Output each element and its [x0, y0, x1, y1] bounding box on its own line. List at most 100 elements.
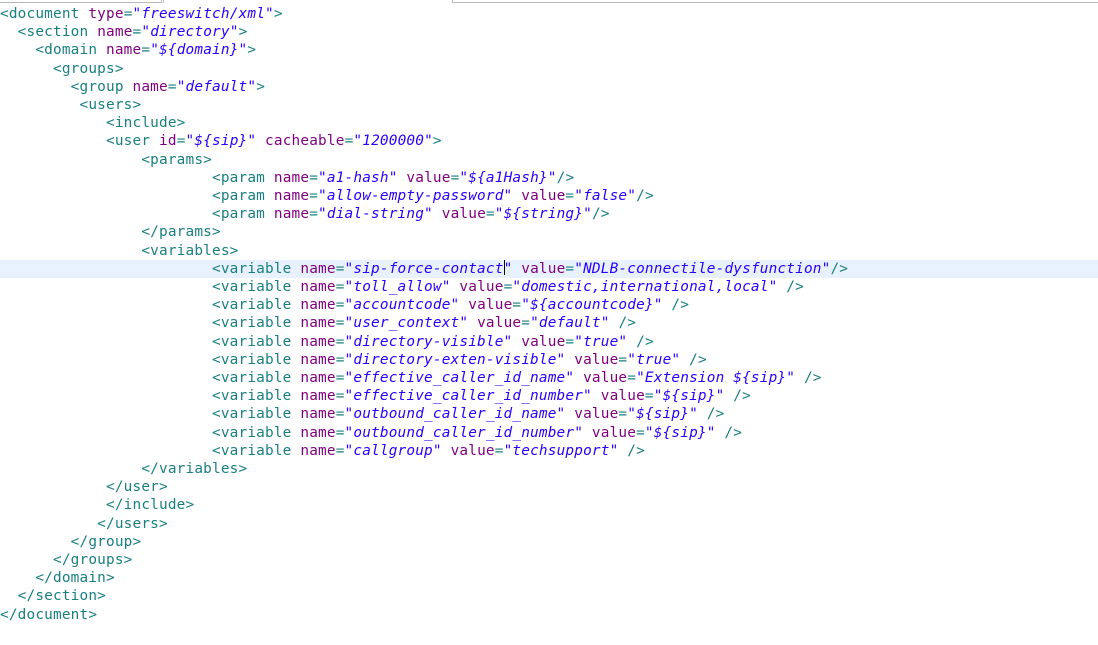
code-line[interactable]: <variable name="toll_allow" value="domes… — [0, 278, 1098, 296]
xml-attribute-value: "directory-visible" — [344, 333, 513, 350]
xml-attribute: value — [477, 315, 522, 332]
xml-tag-text: </group> — [0, 533, 142, 550]
code-line[interactable]: </domain> — [0, 569, 1098, 587]
code-line[interactable]: <variable name="directory-exten-visible"… — [0, 351, 1098, 369]
xml-tag-text: </domain> — [0, 570, 115, 587]
xml-tag-text: </user> — [0, 479, 168, 496]
code-line[interactable]: <group name="default"> — [0, 78, 1098, 96]
xml-attribute: value — [406, 169, 451, 186]
xml-attribute: value — [591, 424, 637, 441]
xml-attribute: value — [468, 297, 513, 314]
xml-attribute-value: "allow-empty-password" — [318, 188, 513, 204]
xml-attribute-value: "effective_caller_id_number" — [344, 388, 592, 405]
xml-attribute-value: "${a1Hash}" — [459, 169, 557, 186]
code-line[interactable]: <document type="freeswitch/xml"> — [0, 5, 1098, 23]
code-line[interactable]: </include> — [0, 496, 1098, 514]
xml-attribute-value: "${sip}" — [644, 424, 716, 441]
code-line[interactable]: <variable name="outbound_caller_id_numbe… — [0, 424, 1098, 442]
code-line[interactable]: </groups> — [0, 551, 1098, 569]
xml-attribute-value: "sip-force-contact — [344, 260, 504, 277]
code-line[interactable]: </document> — [0, 606, 1098, 624]
code-line[interactable]: <params> — [0, 151, 1098, 169]
xml-attribute: value — [600, 388, 645, 405]
xml-attribute-value: "techsupport" — [503, 442, 619, 459]
xml-tag-text: = — [618, 351, 628, 368]
xml-tag-text: <variable — [0, 260, 301, 277]
xml-tag-text: /> — [777, 279, 804, 295]
code-line[interactable]: </variables> — [0, 460, 1098, 478]
xml-attribute: name — [132, 78, 168, 95]
xml-tag-text: = — [618, 406, 628, 423]
code-line[interactable]: <groups> — [0, 60, 1098, 78]
xml-tag-text: = — [335, 442, 345, 459]
code-line[interactable]: <include> — [0, 114, 1098, 132]
xml-tag-text: </variables> — [0, 461, 248, 477]
xml-attribute-value: "user_context" — [344, 315, 469, 332]
xml-tag-text: <variable — [0, 297, 301, 314]
xml-tag-text — [468, 315, 477, 331]
code-line[interactable]: <param name="a1-hash" value="${a1Hash}"/… — [0, 169, 1098, 187]
code-line[interactable]: <users> — [0, 96, 1098, 114]
xml-tag-text: /> — [636, 188, 654, 204]
xml-tag-text: = — [565, 188, 575, 204]
xml-tag-text — [442, 443, 451, 459]
code-line[interactable]: <variables> — [0, 242, 1098, 260]
code-line[interactable]: </users> — [0, 515, 1098, 533]
code-line[interactable]: <variable name="user_context" value="def… — [0, 314, 1098, 332]
code-line[interactable]: <domain name="${domain}"> — [0, 41, 1098, 59]
code-line[interactable]: <param name="allow-empty-password" value… — [0, 187, 1098, 205]
xml-code-editor[interactable]: <document type="freeswitch/xml"> <sectio… — [0, 5, 1098, 645]
code-line[interactable]: <variable name="outbound_caller_id_name"… — [0, 405, 1098, 423]
code-line[interactable]: <variable name="effective_caller_id_numb… — [0, 387, 1098, 405]
code-line[interactable]: </section> — [0, 587, 1098, 605]
xml-attribute-value: "outbound_caller_id_name" — [344, 406, 566, 423]
xml-attribute: name — [300, 297, 336, 314]
code-line[interactable]: <variable name="effective_caller_id_name… — [0, 369, 1098, 387]
xml-tag-text: = — [335, 406, 345, 423]
code-line[interactable]: <section name="directory"> — [0, 23, 1098, 41]
xml-attribute: value — [574, 351, 619, 368]
xml-tag-text: = — [309, 188, 319, 204]
xml-tag-text: = — [644, 388, 654, 405]
xml-tag-text: /> — [697, 406, 725, 423]
xml-tag-text: /> — [680, 351, 707, 368]
xml-tag-text: <variable — [0, 351, 301, 368]
xml-tag-text: </section> — [0, 588, 107, 605]
code-line[interactable]: <variable name="directory-visible" value… — [0, 333, 1098, 351]
xml-tag-text: /> — [795, 370, 822, 386]
xml-tag-text: = — [636, 424, 645, 441]
code-line[interactable]: <variable name="callgroup" value="techsu… — [0, 442, 1098, 460]
xml-attribute-value: "1200000" — [353, 133, 433, 150]
xml-attribute: name — [300, 279, 336, 295]
xml-attribute: value — [521, 188, 566, 204]
xml-attribute: id — [159, 133, 177, 150]
xml-attribute-value: "true" — [627, 351, 681, 368]
xml-tag-text: </document> — [0, 606, 98, 623]
xml-attribute-value: "a1-hash" — [318, 169, 398, 186]
xml-attribute-value: "domestic,international,local" — [512, 279, 778, 295]
code-line[interactable]: </group> — [0, 533, 1098, 551]
code-line[interactable]: </params> — [0, 223, 1098, 241]
xml-tag-text: = — [335, 424, 345, 441]
xml-tag-text: = — [123, 6, 133, 22]
xml-tag-text: = — [565, 260, 575, 277]
xml-tag-text: = — [512, 297, 522, 314]
code-line[interactable]: </user> — [0, 478, 1098, 496]
code-line[interactable]: <variable name="accountcode" value="${ac… — [0, 296, 1098, 314]
xml-tag-text: <users> — [0, 97, 142, 113]
xml-tag-text: <groups> — [0, 60, 124, 77]
code-line[interactable]: <user id="${sip}" cacheable="1200000"> — [0, 132, 1098, 150]
xml-tag-text: = — [309, 169, 319, 186]
xml-tag-text: </params> — [0, 224, 221, 241]
xml-tag-text: > — [247, 42, 257, 59]
xml-tag-text: /> — [830, 260, 849, 277]
code-line-current[interactable]: <variable name="sip-force-contact" value… — [0, 259, 1098, 278]
editor-tab-active[interactable] — [163, 0, 453, 3]
xml-tag-text: /> — [662, 297, 690, 314]
xml-attribute: name — [300, 370, 336, 386]
xml-tag-text: <variable — [0, 279, 301, 295]
editor-tab-1[interactable] — [0, 0, 162, 3]
xml-tag-text: </users> — [0, 515, 168, 532]
code-line[interactable]: <param name="dial-string" value="${strin… — [0, 205, 1098, 223]
xml-tag-text: <document — [0, 6, 89, 22]
